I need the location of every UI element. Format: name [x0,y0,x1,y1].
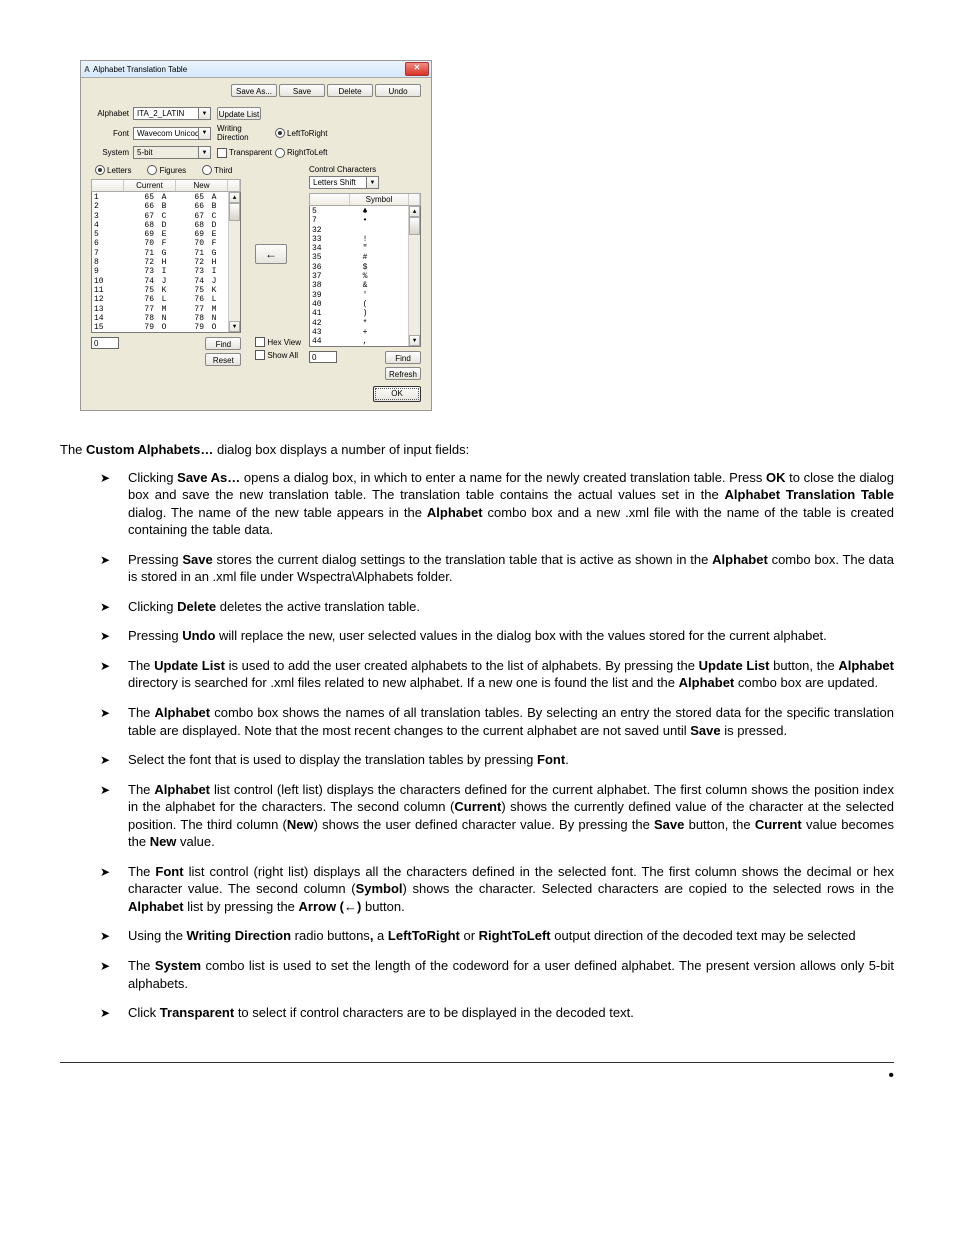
list-item: Pressing Save stores the current dialog … [100,551,894,586]
list-item: The Update List is used to add the user … [100,657,894,692]
scrollbar[interactable]: ▲ ▼ [228,192,240,332]
ok-button[interactable]: OK [373,386,421,402]
font-list-header: Symbol [309,193,421,206]
scroll-thumb[interactable] [409,217,420,235]
table-row[interactable]: 36$ [312,263,420,272]
close-icon[interactable]: ✕ [405,62,429,76]
table-row[interactable]: 165A65A [94,193,240,202]
scroll-up-icon[interactable]: ▲ [229,192,240,203]
system-combo[interactable]: 5-bit ▼ [133,146,211,159]
ltr-radio[interactable]: LeftToRight [275,128,327,138]
reset-button[interactable]: Reset [205,353,241,366]
update-list-button[interactable]: Update List [217,107,261,120]
font-label: Font [91,129,133,138]
writing-direction-label: Writing Direction [217,124,275,142]
scrollbar[interactable]: ▲ ▼ [408,206,420,346]
scroll-down-icon[interactable]: ▼ [229,321,240,332]
scroll-down-icon[interactable]: ▼ [409,335,420,346]
list-item: Clicking Save As… opens a dialog box, in… [100,469,894,539]
table-row[interactable]: 34" [312,244,420,253]
window-title: Alphabet Translation Table [93,65,187,74]
control-chars-combo[interactable]: Letters Shift ▼ [309,176,379,189]
rtl-radio[interactable]: RightToLeft [275,148,327,158]
third-radio[interactable]: Third [202,165,232,175]
font-combo[interactable]: Wavecom Unicode ▼ [133,127,211,140]
table-row[interactable]: 1377M77M [94,305,240,314]
table-row[interactable]: 44, [312,337,420,346]
table-row[interactable]: 468D68D [94,221,240,230]
scroll-up-icon[interactable]: ▲ [409,206,420,217]
list-item: Pressing Undo will replace the new, user… [100,627,894,645]
left-find-input[interactable]: 0 [91,337,119,349]
transparent-checkbox[interactable]: Transparent [217,148,275,158]
table-row[interactable]: 569E69E [94,230,240,239]
right-find-input[interactable]: 0 [309,351,337,363]
table-row[interactable]: 39' [312,291,420,300]
save-button[interactable]: Save [279,84,325,97]
table-row[interactable]: 7• [312,216,420,225]
find-button-right[interactable]: Find [385,351,421,364]
list-item: The System combo list is used to set the… [100,957,894,992]
delete-button[interactable]: Delete [327,84,373,97]
list-item: Clicking Delete deletes the active trans… [100,598,894,616]
list-item: Select the font that is used to display … [100,751,894,769]
table-row[interactable]: 973I73I [94,267,240,276]
table-row[interactable]: 40( [312,300,420,309]
system-label: System [91,148,133,157]
table-row[interactable]: 771G71G [94,249,240,258]
table-row[interactable]: 1579O79O [94,323,240,332]
table-row[interactable]: 5♣ [312,207,420,216]
alphabet-list[interactable]: 165A65A266B66B367C67C468D68D569E69E670F7… [91,192,241,333]
list-item: Using the Writing Direction radio button… [100,927,894,945]
table-row[interactable]: 266B66B [94,202,240,211]
table-row[interactable]: 32 [312,226,420,235]
chevron-down-icon[interactable]: ▼ [366,177,378,188]
page-bullet: • [888,1067,894,1085]
list-item: Click Transparent to select if control c… [100,1004,894,1022]
alphabet-combo[interactable]: ITA_2_LATIN ▼ [133,107,211,120]
table-row[interactable]: 41) [312,309,420,318]
chevron-down-icon[interactable]: ▼ [198,147,210,158]
chevron-down-icon[interactable]: ▼ [198,128,210,139]
alphabet-translation-dialog: A Alphabet Translation Table ✕ Save As..… [80,60,432,411]
save-as-button[interactable]: Save As... [231,84,277,97]
scroll-thumb[interactable] [229,203,240,221]
table-row[interactable]: 1478N78N [94,314,240,323]
window-icon: A [81,65,93,74]
table-row[interactable]: 1074J74J [94,277,240,286]
font-list[interactable]: 5♣7•3233!34"35#36$37%38&39'40(41)42*43+4… [309,206,421,347]
intro-paragraph: The Custom Alphabets… dialog box display… [60,441,894,459]
arrow-left-button[interactable]: ← [255,244,287,264]
table-row[interactable]: 33! [312,235,420,244]
list-item: The Alphabet combo box shows the names o… [100,704,894,739]
table-row[interactable]: 670F70F [94,239,240,248]
table-row[interactable]: 38& [312,281,420,290]
refresh-button[interactable]: Refresh [385,367,421,380]
table-row[interactable]: 42* [312,319,420,328]
table-row[interactable]: 872H72H [94,258,240,267]
feature-list: Clicking Save As… opens a dialog box, in… [100,469,894,1022]
table-row[interactable]: 367C67C [94,212,240,221]
table-row[interactable]: 1276L76L [94,295,240,304]
find-button[interactable]: Find [205,337,241,350]
table-row[interactable]: 35# [312,253,420,262]
alphabet-list-header: Current New [91,179,241,192]
chevron-down-icon[interactable]: ▼ [198,108,210,119]
page-footer: • [60,1062,894,1083]
list-item: The Alphabet list control (left list) di… [100,781,894,851]
show-all-checkbox[interactable]: Show All [255,350,301,360]
titlebar[interactable]: A Alphabet Translation Table ✕ [81,61,431,78]
figures-radio[interactable]: Figures [147,165,186,175]
table-row[interactable]: 1175K75K [94,286,240,295]
table-row[interactable]: 43+ [312,328,420,337]
letters-radio[interactable]: Letters [95,165,131,175]
table-row[interactable]: 37% [312,272,420,281]
control-chars-label: Control Characters [309,165,421,174]
hex-view-checkbox[interactable]: Hex View [255,337,301,347]
undo-button[interactable]: Undo [375,84,421,97]
list-item: The Font list control (right list) displ… [100,863,894,916]
alphabet-label: Alphabet [91,109,133,118]
